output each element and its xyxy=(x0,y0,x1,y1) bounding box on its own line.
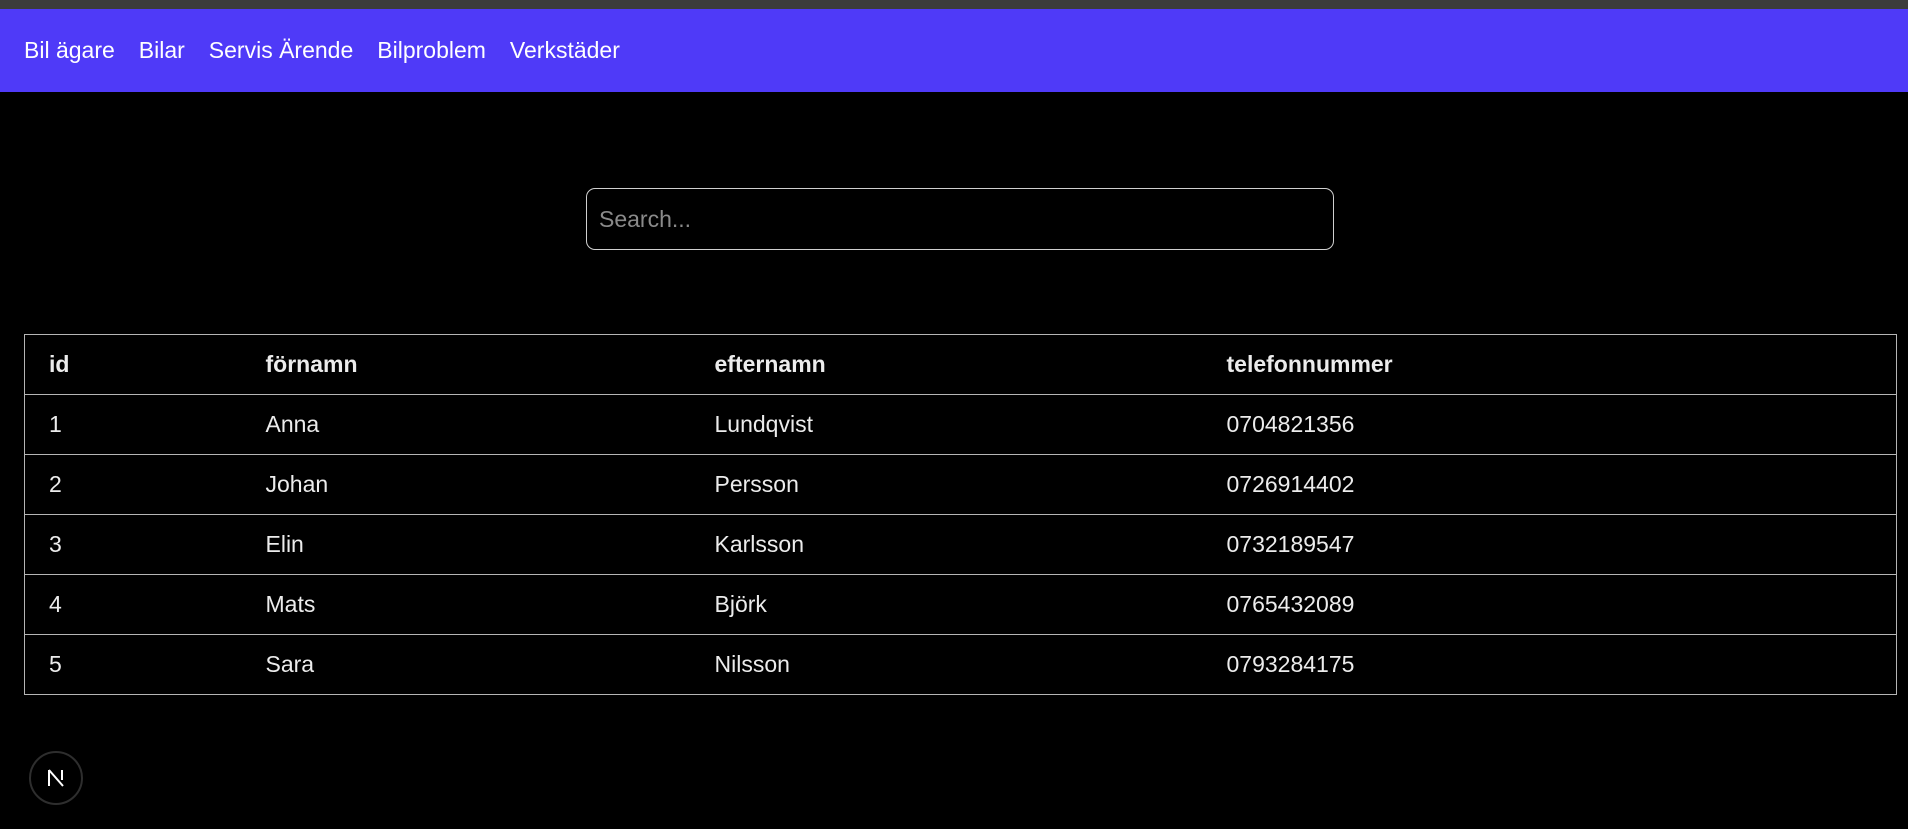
cell-fornamn: Johan xyxy=(241,454,691,515)
cell-telefonnummer: 0704821356 xyxy=(1202,394,1897,455)
table-row: 2 Johan Persson 0726914402 xyxy=(24,454,1897,515)
cell-efternamn: Björk xyxy=(690,574,1203,635)
cell-id: 1 xyxy=(24,394,242,455)
cell-telefonnummer: 0732189547 xyxy=(1202,514,1897,575)
nextjs-logo-icon xyxy=(48,769,64,787)
cell-telefonnummer: 0765432089 xyxy=(1202,574,1897,635)
cell-efternamn: Nilsson xyxy=(690,634,1203,695)
cell-telefonnummer: 0793284175 xyxy=(1202,634,1897,695)
cell-efternamn: Karlsson xyxy=(690,514,1203,575)
cell-efternamn: Persson xyxy=(690,454,1203,515)
cell-id: 2 xyxy=(24,454,242,515)
column-header-telefonnummer: telefonnummer xyxy=(1202,334,1897,395)
cell-fornamn: Sara xyxy=(241,634,691,695)
cell-telefonnummer: 0726914402 xyxy=(1202,454,1897,515)
nav-link-bilar[interactable]: Bilar xyxy=(139,37,185,64)
nav-link-servis-arende[interactable]: Servis Ärende xyxy=(209,37,353,64)
search-container xyxy=(586,188,1334,250)
cell-fornamn: Mats xyxy=(241,574,691,635)
cell-id: 3 xyxy=(24,514,242,575)
cell-efternamn: Lundqvist xyxy=(690,394,1203,455)
navbar: Bil ägare Bilar Servis Ärende Bilproblem… xyxy=(0,9,1908,92)
cell-id: 5 xyxy=(24,634,242,695)
table-header-row: id förnamn efternamn telefonnummer xyxy=(24,334,1897,395)
column-header-fornamn: förnamn xyxy=(241,334,691,395)
nav-link-bil-agare[interactable]: Bil ägare xyxy=(24,37,115,64)
owners-table-container: id förnamn efternamn telefonnummer 1 Ann… xyxy=(24,334,1897,695)
column-header-efternamn: efternamn xyxy=(690,334,1203,395)
cell-fornamn: Anna xyxy=(241,394,691,455)
table-row: 4 Mats Björk 0765432089 xyxy=(24,574,1897,635)
nav-link-bilproblem[interactable]: Bilproblem xyxy=(377,37,486,64)
cell-fornamn: Elin xyxy=(241,514,691,575)
table-row: 1 Anna Lundqvist 0704821356 xyxy=(24,394,1897,455)
search-input[interactable] xyxy=(586,188,1334,250)
column-header-id: id xyxy=(24,334,242,395)
table-row: 3 Elin Karlsson 0732189547 xyxy=(24,514,1897,575)
nextjs-dev-badge[interactable] xyxy=(29,751,83,805)
cell-id: 4 xyxy=(24,574,242,635)
owners-table: id förnamn efternamn telefonnummer 1 Ann… xyxy=(24,334,1897,695)
table-row: 5 Sara Nilsson 0793284175 xyxy=(24,634,1897,695)
nav-link-verkstader[interactable]: Verkstäder xyxy=(510,37,620,64)
browser-top-strip xyxy=(0,0,1908,9)
